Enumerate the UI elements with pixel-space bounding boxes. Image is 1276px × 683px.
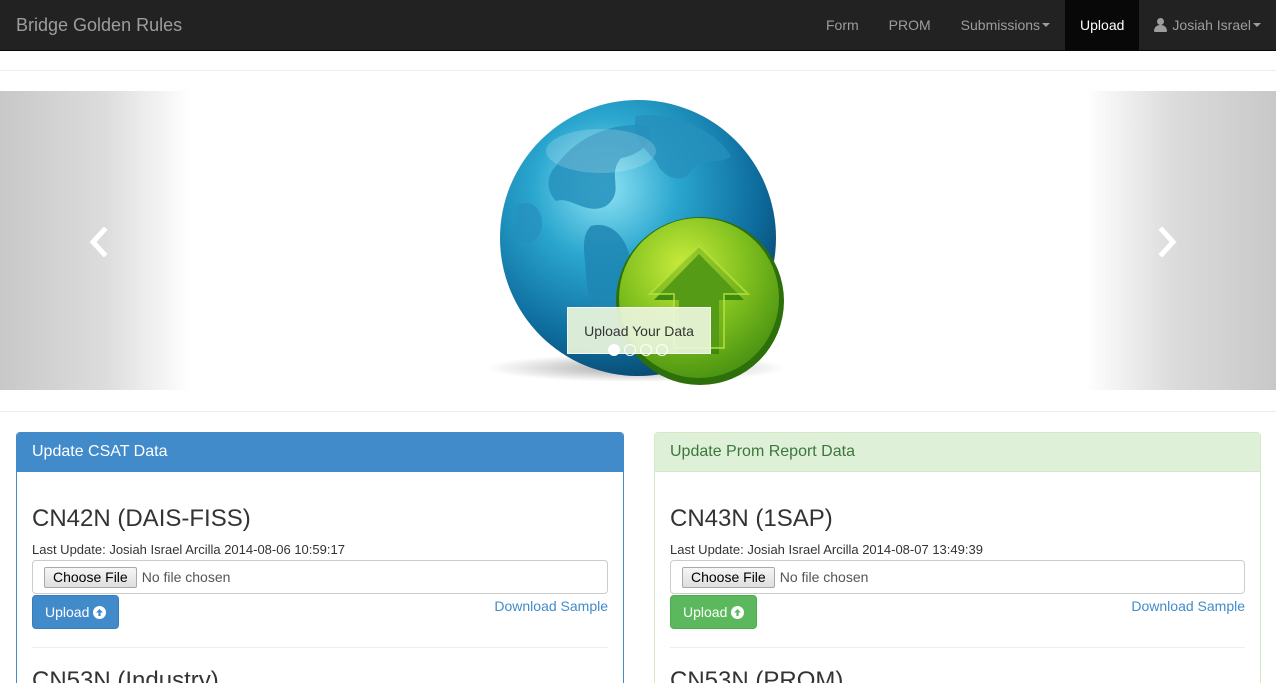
csat-panel: Update CSAT Data CN42N (DAIS-FISS) Last … <box>16 432 624 683</box>
panel-body: CN42N (DAIS-FISS) Last Update: Josiah Is… <box>17 505 623 683</box>
action-row: Upload Download Sample <box>32 595 608 635</box>
carousel-next-icon[interactable] <box>1152 226 1182 258</box>
choose-file-button[interactable]: Choose File <box>682 566 775 588</box>
last-update-text: Last Update: Josiah Israel Arcilla 2014-… <box>670 542 983 557</box>
circle-arrow-up-icon <box>731 605 745 619</box>
carousel: Upload Your Data <box>0 91 1276 390</box>
download-sample-link[interactable]: Download Sample <box>1131 598 1245 614</box>
user-name: Josiah Israel <box>1172 17 1251 33</box>
nav-item-label: Upload <box>1080 17 1125 33</box>
action-row: Upload Download Sample <box>670 595 1245 635</box>
user-icon <box>1154 18 1168 32</box>
panel-heading: Update Prom Report Data <box>655 433 1260 472</box>
file-status-text: No file chosen <box>141 569 231 585</box>
entry-title: CN53N (PROM) <box>670 667 844 683</box>
nav-item-label: PROM <box>888 17 931 33</box>
carousel-indicator[interactable] <box>656 344 668 356</box>
nav-item-label: Form <box>825 17 859 33</box>
nav-menu: Form PROM Submissions Upload Josiah Isra… <box>811 0 1276 50</box>
upload-button-label: Upload <box>683 604 728 620</box>
carousel-prev-icon[interactable] <box>84 226 114 258</box>
brand-link[interactable]: Bridge Golden Rules <box>16 15 182 36</box>
divider <box>0 411 1276 412</box>
divider <box>670 647 1245 648</box>
choose-file-button[interactable]: Choose File <box>44 566 137 588</box>
nav-item-user-menu[interactable]: Josiah Israel <box>1139 0 1276 50</box>
file-input[interactable]: Choose File No file chosen <box>670 560 1245 594</box>
divider <box>32 647 608 648</box>
upload-button[interactable]: Upload <box>670 595 758 629</box>
divider <box>0 70 1276 71</box>
carousel-indicator[interactable] <box>640 344 652 356</box>
nav-item-upload[interactable]: Upload <box>1065 0 1140 50</box>
circle-arrow-up-icon <box>93 605 107 619</box>
panel-body: CN43N (1SAP) Last Update: Josiah Israel … <box>655 505 1260 683</box>
nav-item-form[interactable]: Form <box>811 0 874 50</box>
carousel-indicator[interactable] <box>624 344 636 356</box>
navbar: Bridge Golden Rules Form PROM Submission… <box>0 0 1276 51</box>
entry-title: CN43N (1SAP) <box>670 505 833 532</box>
file-input[interactable]: Choose File No file chosen <box>32 560 608 594</box>
last-update-text: Last Update: Josiah Israel Arcilla 2014-… <box>32 542 345 557</box>
nav-item-label: Submissions <box>960 17 1041 33</box>
nav-item-prom[interactable]: PROM <box>874 0 946 50</box>
file-status-text: No file chosen <box>779 569 869 585</box>
carousel-indicators <box>608 344 668 356</box>
entry-title: CN42N (DAIS-FISS) <box>32 505 251 532</box>
entry-title: CN53N (Industry) <box>32 667 219 683</box>
download-sample-link[interactable]: Download Sample <box>494 598 608 614</box>
panel-heading: Update CSAT Data <box>17 433 623 472</box>
nav-item-submissions[interactable]: Submissions <box>946 0 1065 50</box>
upload-button[interactable]: Upload <box>32 595 120 629</box>
prom-panel: Update Prom Report Data CN43N (1SAP) Las… <box>654 432 1261 683</box>
carousel-indicator[interactable] <box>608 344 620 356</box>
caret-down-icon <box>1042 23 1051 27</box>
upload-button-label: Upload <box>45 604 90 620</box>
caret-down-icon <box>1253 23 1261 27</box>
